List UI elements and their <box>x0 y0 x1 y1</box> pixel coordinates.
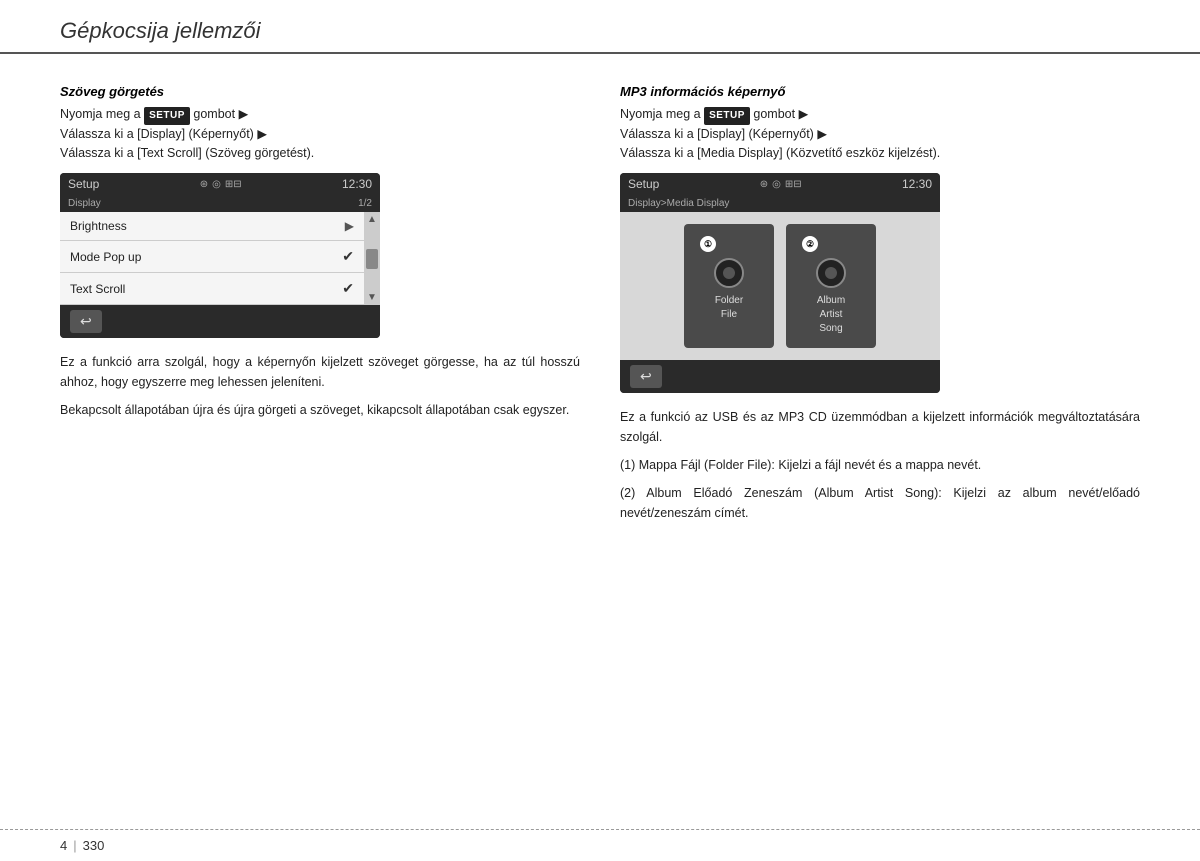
media-option-folder[interactable]: ① FolderFile <box>684 224 774 348</box>
footer-page: 330 <box>83 838 105 853</box>
right-intro: Nyomja meg a SETUP gombot ▶ Válassza ki … <box>620 105 1140 163</box>
left-column: Szöveg görgetés Nyomja meg a SETUP gombo… <box>60 84 580 531</box>
right-setup-btn: SETUP <box>704 107 750 125</box>
left-screen-header: Setup ⊛ ◎ ⊞⊟ 12:30 <box>60 173 380 195</box>
right-screen-icons: ⊛ ◎ ⊞⊟ <box>760 179 802 190</box>
music-icon: ⊞⊟ <box>225 179 242 190</box>
scroll-down-icon[interactable]: ▼ <box>367 292 377 303</box>
footer-separator: | <box>73 838 76 853</box>
left-scrollbar[interactable]: ▲ ▼ <box>364 212 380 305</box>
right-section-title: MP3 információs képernyő <box>620 84 1140 99</box>
right-desc3: (2) Album Előadó Zeneszám (Album Artist … <box>620 483 1140 523</box>
right-screen: Setup ⊛ ◎ ⊞⊟ 12:30 Display>Media Display… <box>620 173 940 393</box>
right-intro-line2: gombot <box>753 107 795 121</box>
left-intro-line2: gombot <box>193 107 235 121</box>
media-option-album[interactable]: ② AlbumArtistSong <box>786 224 876 348</box>
folder-icon <box>714 258 744 288</box>
left-screen-time: 12:30 <box>342 177 372 191</box>
footer-chapter: 4 <box>60 838 67 853</box>
list-item-brightness[interactable]: Brightness ▶ <box>60 212 364 241</box>
right-intro-line1: Nyomja meg a <box>620 107 701 121</box>
left-subheader-label: Display <box>68 198 101 209</box>
right-bluetooth-icon: ⊛ <box>760 179 768 190</box>
main-content: Szöveg görgetés Nyomja meg a SETUP gombo… <box>0 54 1200 561</box>
brightness-label: Brightness <box>70 219 127 233</box>
left-screen-body: Brightness ▶ Mode Pop up ✔ Text Scroll ✔… <box>60 212 380 305</box>
left-intro-line3: Válassza ki a [Display] (Képernyőt) <box>60 127 254 141</box>
right-column: MP3 információs képernyő Nyomja meg a SE… <box>620 84 1140 531</box>
text-scroll-check-icon: ✔ <box>342 280 354 297</box>
right-intro-line4: Válassza ki a [Media Display] (Közvetítő… <box>620 146 940 160</box>
scroll-thumb[interactable] <box>366 249 378 269</box>
left-intro-line1: Nyomja meg a <box>60 107 141 121</box>
right-signal-icon: ◎ <box>772 179 781 190</box>
brightness-arrow-icon: ▶ <box>345 219 354 233</box>
left-intro: Nyomja meg a SETUP gombot ▶ Válassza ki … <box>60 105 580 163</box>
right-screen-title: Setup <box>628 177 659 191</box>
page-footer: 4 | 330 <box>0 829 1200 861</box>
album-option-number: ② <box>802 236 818 252</box>
scroll-up-icon[interactable]: ▲ <box>367 214 377 225</box>
right-back-button[interactable]: ↩ <box>630 365 662 388</box>
left-screen: Setup ⊛ ◎ ⊞⊟ 12:30 Display 1/2 Brightnes… <box>60 173 380 338</box>
right-desc2: (1) Mappa Fájl (Folder File): Kijelzi a … <box>620 455 1140 475</box>
right-music-icon: ⊞⊟ <box>785 179 802 190</box>
right-screen-time: 12:30 <box>902 177 932 191</box>
left-desc2: Bekapcsolt állapotában újra és újra görg… <box>60 400 580 420</box>
left-description: Ez a funkció arra szolgál, hogy a képern… <box>60 352 580 420</box>
mode-popup-check-icon: ✔ <box>342 248 354 265</box>
right-desc1: Ez a funkció az USB és az MP3 CD üzemmód… <box>620 407 1140 447</box>
album-icon <box>816 258 846 288</box>
right-screen-header: Setup ⊛ ◎ ⊞⊟ 12:30 <box>620 173 940 195</box>
right-subheader-label: Display>Media Display <box>628 198 729 209</box>
left-screen-footer: ↩ <box>60 305 380 338</box>
folder-option-number: ① <box>700 236 716 252</box>
left-intro-line4: Válassza ki a [Text Scroll] (Szöveg görg… <box>60 146 314 160</box>
left-setup-btn: SETUP <box>144 107 190 125</box>
left-back-button[interactable]: ↩ <box>70 310 102 333</box>
list-item-mode-popup[interactable]: Mode Pop up ✔ <box>60 241 364 273</box>
right-description: Ez a funkció az USB és az MP3 CD üzemmód… <box>620 407 1140 523</box>
list-item-text-scroll[interactable]: Text Scroll ✔ <box>60 273 364 305</box>
right-intro-line3: Válassza ki a [Display] (Képernyőt) <box>620 127 814 141</box>
left-subheader-page: 1/2 <box>358 198 372 209</box>
page-title: Gépkocsija jellemzői <box>60 18 1140 44</box>
page-header: Gépkocsija jellemzői <box>0 0 1200 54</box>
bluetooth-icon: ⊛ <box>200 179 208 190</box>
left-screen-subheader: Display 1/2 <box>60 195 380 212</box>
left-screen-icons: ⊛ ◎ ⊞⊟ <box>200 179 242 190</box>
left-screen-title: Setup <box>68 177 99 191</box>
right-screen-subheader: Display>Media Display <box>620 195 940 212</box>
left-display-list: Brightness ▶ Mode Pop up ✔ Text Scroll ✔ <box>60 212 364 305</box>
right-media-display: ① FolderFile ② AlbumArtistSong <box>620 212 940 360</box>
signal-icon: ◎ <box>212 179 221 190</box>
left-section-title: Szöveg görgetés <box>60 84 580 99</box>
folder-option-text: FolderFile <box>715 294 743 322</box>
left-desc1: Ez a funkció arra szolgál, hogy a képern… <box>60 352 580 392</box>
mode-popup-label: Mode Pop up <box>70 250 141 264</box>
album-option-text: AlbumArtistSong <box>817 294 845 336</box>
right-screen-footer: ↩ <box>620 360 940 393</box>
text-scroll-label: Text Scroll <box>70 282 125 296</box>
